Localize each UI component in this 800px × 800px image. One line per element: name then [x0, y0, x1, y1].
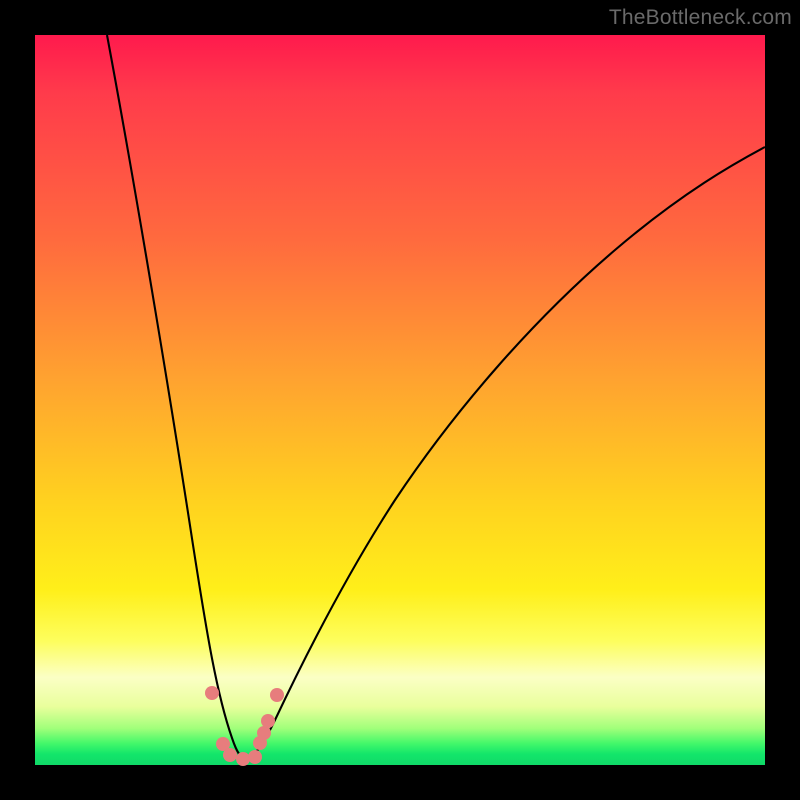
curve-left-branch: [107, 35, 246, 760]
curve-right-branch: [246, 147, 765, 760]
data-dot: [270, 688, 284, 702]
chart-frame: TheBottleneck.com: [0, 0, 800, 800]
data-dot: [257, 726, 271, 740]
data-dot: [205, 686, 219, 700]
data-dot: [236, 752, 250, 766]
dot-layer: [205, 686, 284, 766]
data-dot: [248, 750, 262, 764]
chart-svg: [35, 35, 765, 765]
curve-layer: [107, 35, 765, 760]
data-dot: [223, 748, 237, 762]
watermark-text: TheBottleneck.com: [609, 6, 792, 30]
chart-plot-area: [35, 35, 765, 765]
data-dot: [261, 714, 275, 728]
